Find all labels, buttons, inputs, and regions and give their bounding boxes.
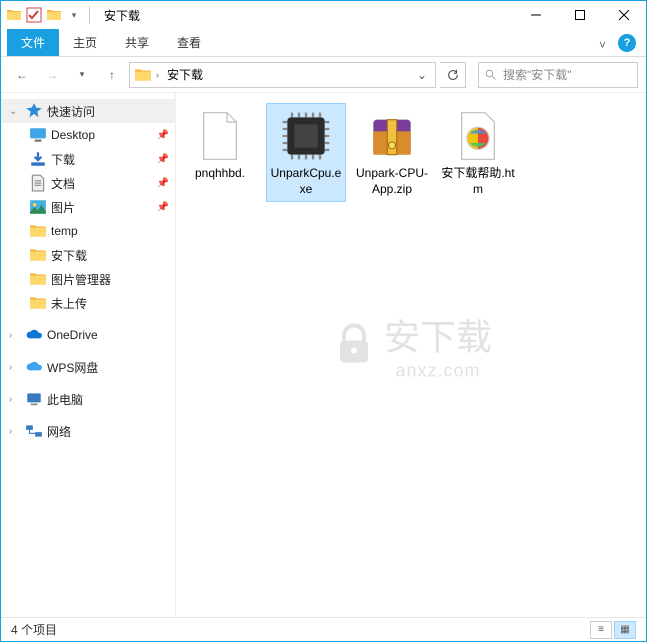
breadcrumb[interactable]: 安下载	[163, 66, 409, 83]
file-label: UnparkCpu.exe	[269, 166, 343, 197]
explorer-window: ▾ 安下载 文件 主页 共享 查看 ˅ ? ← → ▾ ↑ › 安下载 ⌄	[0, 0, 647, 642]
folder-icon	[29, 270, 47, 288]
search-icon	[485, 69, 497, 81]
file-label: pnqhhbd.	[195, 166, 245, 182]
nav-forward-button[interactable]: →	[39, 62, 65, 88]
minimize-button[interactable]	[514, 1, 558, 29]
view-details-button[interactable]: ≡	[590, 621, 612, 639]
file-label: Unpark-CPU-App.zip	[355, 166, 429, 197]
nav-toolbar: ← → ▾ ↑ › 安下载 ⌄ 搜索"安下载"	[1, 57, 646, 93]
tab-share[interactable]: 共享	[111, 29, 163, 56]
ribbon: 文件 主页 共享 查看 ˅ ?	[1, 29, 646, 57]
sidebar-item-Desktop[interactable]: Desktop📌	[1, 123, 175, 147]
nav-recent-icon[interactable]: ▾	[69, 62, 95, 88]
sidebar-item-temp[interactable]: temp	[1, 219, 175, 243]
lock-icon	[330, 321, 378, 369]
sidebar-item-安下载[interactable]: 安下载	[1, 243, 175, 267]
folder-icon	[134, 66, 152, 84]
sidebar-quick-access[interactable]: ⌄ 快速访问	[1, 99, 175, 123]
file-label: 安下载帮助.htm	[441, 166, 515, 197]
nav-up-button[interactable]: ↑	[99, 62, 125, 88]
folder-icon	[45, 6, 63, 24]
zip-icon	[364, 108, 420, 164]
network-icon	[25, 422, 43, 440]
refresh-button[interactable]	[440, 62, 466, 88]
close-button[interactable]	[602, 1, 646, 29]
downloads-icon	[29, 150, 47, 168]
titlebar: ▾ 安下载	[1, 1, 646, 29]
cpu-icon	[278, 108, 334, 164]
onedrive-icon	[25, 326, 43, 344]
pin-icon: 📌	[157, 202, 169, 213]
folder-icon	[5, 6, 23, 24]
file-item[interactable]: Unpark-CPU-App.zip	[352, 103, 432, 202]
ribbon-expand-icon[interactable]: ˅	[593, 34, 612, 56]
chevron-right-icon[interactable]: ›	[9, 330, 21, 341]
pc-icon	[25, 390, 43, 408]
sidebar-wps[interactable]: › WPS网盘	[1, 355, 175, 379]
pin-icon: 📌	[157, 130, 169, 141]
maximize-button[interactable]	[558, 1, 602, 29]
file-item[interactable]: pnqhhbd.	[180, 103, 260, 202]
chevron-down-icon[interactable]: ⌄	[9, 106, 21, 117]
nav-back-button[interactable]: ←	[9, 62, 35, 88]
watermark: 安下载 anxz.com	[330, 308, 492, 381]
desktop-icon	[29, 126, 47, 144]
sidebar-item-下载[interactable]: 下载📌	[1, 147, 175, 171]
tab-view[interactable]: 查看	[163, 29, 215, 56]
address-bar[interactable]: › 安下载 ⌄	[129, 62, 436, 88]
tab-home[interactable]: 主页	[59, 29, 111, 56]
sidebar-onedrive[interactable]: › OneDrive	[1, 323, 175, 347]
status-bar: 4 个项目 ≡ ▦	[1, 617, 646, 641]
file-item[interactable]: UnparkCpu.exe	[266, 103, 346, 202]
window-title: 安下载	[104, 7, 140, 24]
pin-icon: 📌	[157, 178, 169, 189]
pin-icon: 📌	[157, 154, 169, 165]
tab-file[interactable]: 文件	[7, 29, 59, 56]
search-placeholder: 搜索"安下载"	[503, 66, 572, 83]
folder-icon	[29, 222, 47, 240]
file-item[interactable]: 安下载帮助.htm	[438, 103, 518, 202]
search-input[interactable]: 搜索"安下载"	[478, 62, 638, 88]
folder-icon	[29, 294, 47, 312]
blank-icon	[192, 108, 248, 164]
qat-checkbox-icon[interactable]	[25, 6, 43, 24]
help-icon[interactable]: ?	[618, 34, 636, 52]
sidebar-item-文档[interactable]: 文档📌	[1, 171, 175, 195]
qat-dropdown-icon[interactable]: ▾	[65, 6, 83, 24]
star-icon	[25, 102, 43, 120]
chevron-right-icon[interactable]: ›	[156, 70, 159, 80]
sidebar-item-图片[interactable]: 图片📌	[1, 195, 175, 219]
view-icons-button[interactable]: ▦	[614, 621, 636, 639]
navigation-pane[interactable]: ⌄ 快速访问 Desktop📌下载📌文档📌图片📌temp安下载图片管理器未上传 …	[1, 93, 176, 617]
wps-cloud-icon	[25, 358, 43, 376]
sidebar-this-pc[interactable]: › 此电脑	[1, 387, 175, 411]
htm-icon	[450, 108, 506, 164]
sidebar-network[interactable]: › 网络	[1, 419, 175, 443]
chevron-right-icon[interactable]: ›	[9, 362, 21, 373]
item-count: 4 个项目	[11, 621, 57, 638]
chevron-right-icon[interactable]: ›	[9, 394, 21, 405]
documents-icon	[29, 174, 47, 192]
address-dropdown-icon[interactable]: ⌄	[413, 68, 431, 82]
content-pane[interactable]: pnqhhbd. UnparkCpu.exe Unpark-CPU-App.zip 安…	[176, 93, 646, 617]
folder-icon	[29, 246, 47, 264]
sidebar-item-未上传[interactable]: 未上传	[1, 291, 175, 315]
sidebar-item-图片管理器[interactable]: 图片管理器	[1, 267, 175, 291]
pictures-icon	[29, 198, 47, 216]
chevron-right-icon[interactable]: ›	[9, 426, 21, 437]
